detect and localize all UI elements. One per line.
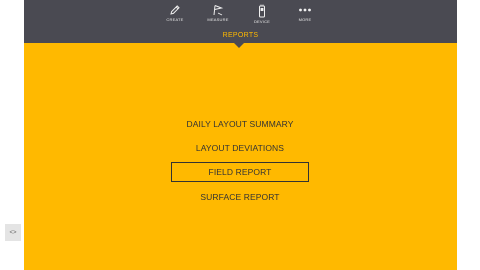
nav-measure-label: MEASURE bbox=[207, 17, 229, 22]
app-window: CREATE MEASURE DEVICE MORE REPORTS DAILY… bbox=[24, 0, 457, 270]
nav-more-label: MORE bbox=[298, 17, 312, 22]
section-caret-icon bbox=[234, 43, 244, 48]
report-item-surface-report[interactable]: SURFACE REPORT bbox=[171, 187, 309, 207]
report-item-label: LAYOUT DEVIATIONS bbox=[195, 143, 285, 153]
nav-create-label: CREATE bbox=[166, 17, 184, 22]
report-item-label: DAILY LAYOUT SUMMARY bbox=[186, 119, 294, 129]
nav-measure-button[interactable]: MEASURE bbox=[198, 4, 238, 28]
report-item-field-report[interactable]: FIELD REPORT bbox=[171, 162, 309, 182]
right-margin bbox=[457, 0, 480, 270]
pencil-icon bbox=[170, 5, 180, 15]
report-item-label: FIELD REPORT bbox=[208, 167, 272, 177]
nav-create-button[interactable]: CREATE bbox=[155, 4, 195, 28]
top-nav-bar: CREATE MEASURE DEVICE MORE REPORTS bbox=[24, 0, 457, 43]
more-icon bbox=[299, 8, 311, 12]
flag-icon bbox=[213, 5, 224, 16]
report-item-label: SURFACE REPORT bbox=[200, 192, 280, 202]
side-control-label: <> bbox=[9, 229, 17, 236]
report-item-daily-layout-summary[interactable]: DAILY LAYOUT SUMMARY bbox=[171, 114, 309, 134]
nav-device-button[interactable]: DEVICE bbox=[242, 4, 282, 28]
collapse-arrows-icon[interactable]: <> bbox=[5, 224, 21, 241]
device-icon bbox=[259, 4, 265, 18]
report-item-layout-deviations[interactable]: LAYOUT DEVIATIONS bbox=[171, 138, 309, 158]
nav-device-label: DEVICE bbox=[253, 19, 271, 24]
section-title: REPORTS bbox=[222, 32, 259, 39]
nav-more-button[interactable]: MORE bbox=[285, 4, 325, 28]
